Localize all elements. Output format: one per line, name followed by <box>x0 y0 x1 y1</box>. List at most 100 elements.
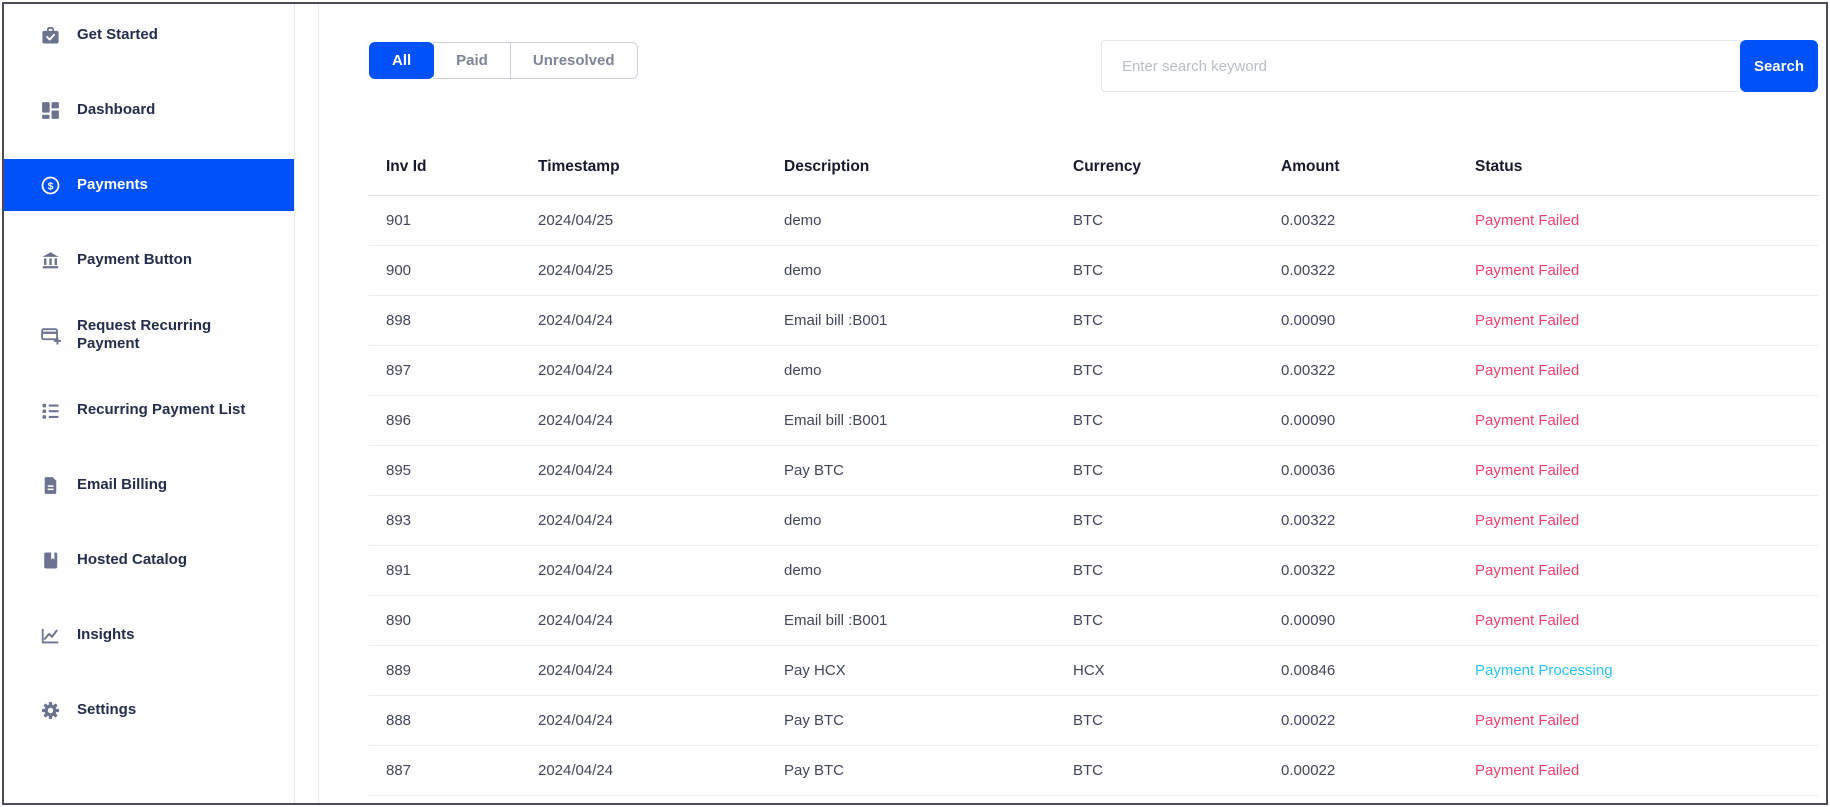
sidebar-gutter <box>295 4 319 803</box>
cell-status: Payment Failed <box>1458 395 1818 445</box>
cell-amount: 0.00322 <box>1264 245 1458 295</box>
cell-status: Payment Failed <box>1458 495 1818 545</box>
sidebar-item-recurring-payment-list[interactable]: Recurring Payment List <box>4 384 294 436</box>
cell-timestamp: 2024/04/24 <box>521 345 767 395</box>
table-row[interactable]: 901 2024/04/25 demo BTC 0.00322 Payment … <box>369 195 1818 245</box>
cell-status: Payment Processing <box>1458 645 1818 695</box>
cell-timestamp: 2024/04/24 <box>521 545 767 595</box>
cell-status: Payment Failed <box>1458 695 1818 745</box>
cell-amount: 0.00036 <box>1264 445 1458 495</box>
table-row[interactable]: 889 2024/04/24 Pay HCX HCX 0.00846 Payme… <box>369 645 1818 695</box>
cell-currency: BTC <box>1056 595 1264 645</box>
cell-amount: 0.00846 <box>1264 645 1458 695</box>
column-header-description: Description <box>767 140 1056 195</box>
table-row[interactable]: 890 2024/04/24 Email bill :B001 BTC 0.00… <box>369 595 1818 645</box>
dollar-circle-icon: $ <box>40 175 61 196</box>
sidebar-item-payment-button[interactable]: Payment Button <box>4 234 294 286</box>
cell-timestamp: 2024/04/25 <box>521 195 767 245</box>
cell-currency: BTC <box>1056 495 1264 545</box>
bank-icon <box>40 250 61 271</box>
cell-amount: 0.00090 <box>1264 395 1458 445</box>
cell-description: Email bill :B001 <box>767 595 1056 645</box>
table-row[interactable]: 898 2024/04/24 Email bill :B001 BTC 0.00… <box>369 295 1818 345</box>
cell-status: Payment Failed <box>1458 245 1818 295</box>
app-window: Get Started Dashboard $ Payments Payment… <box>2 2 1828 805</box>
cell-amount: 0.00322 <box>1264 345 1458 395</box>
cell-status: Payment Failed <box>1458 195 1818 245</box>
briefcase-check-icon <box>40 25 61 46</box>
column-header-currency: Currency <box>1056 140 1264 195</box>
search-group: Search <box>1101 40 1818 92</box>
cell-currency: BTC <box>1056 295 1264 345</box>
table-row[interactable]: 891 2024/04/24 demo BTC 0.00322 Payment … <box>369 545 1818 595</box>
sidebar-item-label: Payments <box>77 176 148 194</box>
cell-inv-id: 898 <box>369 295 521 345</box>
search-button[interactable]: Search <box>1740 40 1818 92</box>
sidebar-item-label: Payment Button <box>77 251 192 269</box>
table-row[interactable]: 895 2024/04/24 Pay BTC BTC 0.00036 Payme… <box>369 445 1818 495</box>
cell-description: demo <box>767 245 1056 295</box>
sidebar-item-dashboard[interactable]: Dashboard <box>4 84 294 136</box>
cell-status: Payment Failed <box>1458 445 1818 495</box>
cell-status: Payment Failed <box>1458 345 1818 395</box>
cell-currency: BTC <box>1056 545 1264 595</box>
cell-amount: 0.00090 <box>1264 295 1458 345</box>
table-row[interactable]: 896 2024/04/24 Email bill :B001 BTC 0.00… <box>369 395 1818 445</box>
cell-amount: 0.00022 <box>1264 745 1458 795</box>
cell-timestamp: 2024/04/24 <box>521 395 767 445</box>
sidebar-item-hosted-catalog[interactable]: Hosted Catalog <box>4 534 294 586</box>
svg-text:$: $ <box>48 180 54 192</box>
table-row[interactable]: 887 2024/04/24 Pay BTC BTC 0.00022 Payme… <box>369 745 1818 795</box>
search-input[interactable] <box>1101 40 1742 92</box>
sidebar-item-label: Hosted Catalog <box>77 551 187 569</box>
cell-amount: 0.00090 <box>1264 595 1458 645</box>
sidebar-item-request-recurring-payment[interactable]: Request Recurring Payment <box>4 309 294 361</box>
cell-timestamp: 2024/04/24 <box>521 695 767 745</box>
sidebar-item-label: Get Started <box>77 26 158 44</box>
sidebar-item-label: Request Recurring Payment <box>77 317 247 352</box>
column-header-timestamp: Timestamp <box>521 140 767 195</box>
cell-currency: BTC <box>1056 345 1264 395</box>
cell-description: Pay BTC <box>767 745 1056 795</box>
sidebar-item-get-started[interactable]: Get Started <box>4 9 294 61</box>
table-row[interactable]: 893 2024/04/24 demo BTC 0.00322 Payment … <box>369 495 1818 545</box>
cell-inv-id: 887 <box>369 745 521 795</box>
tab-unresolved[interactable]: Unresolved <box>510 42 638 79</box>
cell-amount: 0.00322 <box>1264 195 1458 245</box>
chart-line-icon <box>40 625 61 646</box>
sidebar-item-email-billing[interactable]: Email Billing <box>4 459 294 511</box>
table-row[interactable]: 897 2024/04/24 demo BTC 0.00322 Payment … <box>369 345 1818 395</box>
sidebar-item-payments[interactable]: $ Payments <box>4 159 294 211</box>
filter-tab-group: All Paid Unresolved <box>369 42 638 79</box>
cell-description: Email bill :B001 <box>767 295 1056 345</box>
table-header-row: Inv Id Timestamp Description Currency Am… <box>369 140 1818 195</box>
tab-all[interactable]: All <box>369 42 434 79</box>
cell-inv-id: 888 <box>369 695 521 745</box>
gear-icon <box>40 700 61 721</box>
cell-currency: BTC <box>1056 445 1264 495</box>
sidebar-item-label: Recurring Payment List <box>77 401 245 419</box>
table-row[interactable]: 888 2024/04/24 Pay BTC BTC 0.00022 Payme… <box>369 695 1818 745</box>
cell-currency: BTC <box>1056 245 1264 295</box>
tab-paid[interactable]: Paid <box>433 42 511 79</box>
cell-currency: BTC <box>1056 395 1264 445</box>
grid-icon <box>40 100 61 121</box>
cell-amount: 0.00022 <box>1264 695 1458 745</box>
cell-timestamp: 2024/04/24 <box>521 745 767 795</box>
sidebar-item-label: Insights <box>77 626 135 644</box>
sidebar-item-settings[interactable]: Settings <box>4 684 294 736</box>
cell-inv-id: 895 <box>369 445 521 495</box>
cell-inv-id: 893 <box>369 495 521 545</box>
table-row[interactable]: 900 2024/04/25 demo BTC 0.00322 Payment … <box>369 245 1818 295</box>
cell-description: demo <box>767 195 1056 245</box>
cell-description: demo <box>767 345 1056 395</box>
cell-inv-id: 889 <box>369 645 521 695</box>
cell-currency: BTC <box>1056 195 1264 245</box>
toolbar: All Paid Unresolved Search <box>369 40 1818 92</box>
cell-inv-id: 890 <box>369 595 521 645</box>
cell-status: Payment Failed <box>1458 745 1818 795</box>
card-plus-icon <box>40 325 61 346</box>
cell-description: Pay HCX <box>767 645 1056 695</box>
cell-status: Payment Failed <box>1458 545 1818 595</box>
sidebar-item-insights[interactable]: Insights <box>4 609 294 661</box>
